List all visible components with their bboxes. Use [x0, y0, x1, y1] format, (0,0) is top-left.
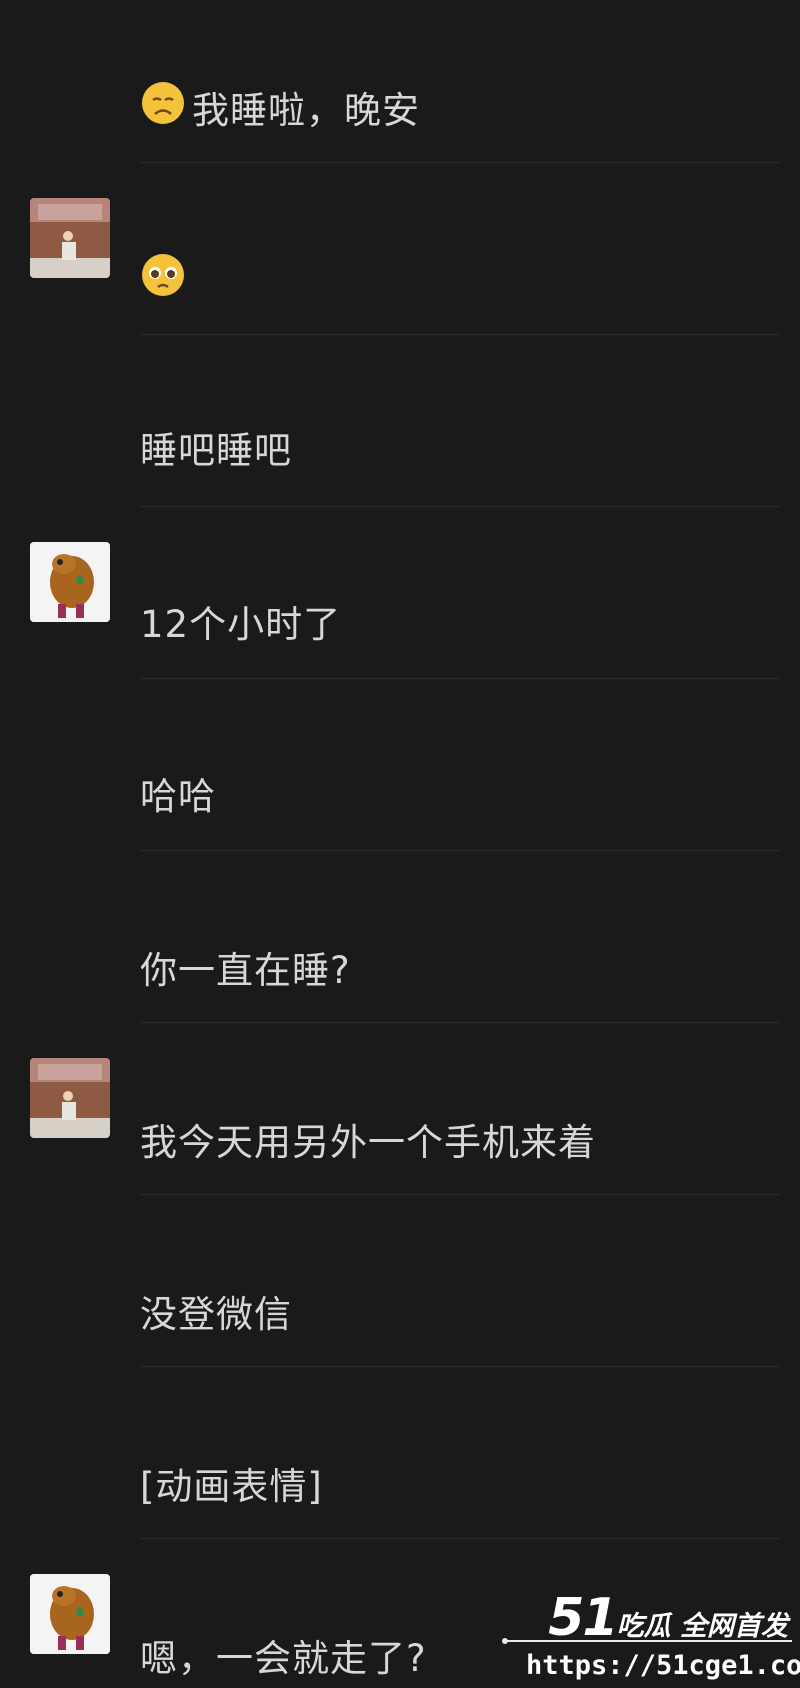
message-row: 没登微信 — [0, 1194, 800, 1367]
watermark-url: https://51cge1.com — [526, 1650, 800, 1681]
message-row: 我今天用另外一个手机来着 — [0, 1022, 800, 1195]
divider — [140, 506, 780, 507]
message-row: 哈哈 — [0, 680, 800, 851]
message-text: 哈哈 — [140, 775, 216, 818]
pleading-face-emoji-icon — [142, 254, 184, 296]
message-row: 12个小时了 — [0, 510, 800, 680]
watermark-logo: 51吃瓜 全网首发 — [548, 1588, 788, 1648]
message-row: 睡吧睡吧 — [0, 340, 800, 510]
watermark-dot — [502, 1638, 508, 1644]
message-text: 你一直在睡? — [140, 949, 351, 992]
room-photo-avatar-icon — [30, 198, 110, 278]
room-photo-avatar-icon — [30, 1058, 110, 1138]
message-text: [动画表情] — [140, 1465, 323, 1508]
cartoon-dog-avatar[interactable] — [30, 542, 110, 622]
cartoon-dog-avatar-icon — [30, 542, 110, 622]
message-text: 没登微信 — [140, 1293, 292, 1336]
message-row: 你一直在睡? — [0, 850, 800, 1023]
divider — [140, 162, 780, 163]
message-text: 我今天用另外一个手机来着 — [140, 1121, 596, 1164]
message-row: 我睡啦，晚安 — [0, 0, 800, 170]
message-text: 睡吧睡吧 — [140, 429, 292, 472]
message-row — [0, 170, 800, 340]
message-text: 12个小时了 — [140, 603, 342, 646]
room-photo-avatar[interactable] — [30, 198, 110, 278]
watermark-brand-number: 51 — [548, 1588, 618, 1648]
room-photo-avatar[interactable] — [30, 1058, 110, 1138]
sad-face-emoji-icon — [142, 82, 184, 124]
divider — [140, 678, 780, 679]
cartoon-dog-avatar-icon — [30, 1574, 110, 1654]
divider — [140, 334, 780, 335]
watermark-brand-text: 吃瓜 全网首发 — [616, 1611, 788, 1642]
message-text: 嗯，一会就走了? — [140, 1637, 427, 1680]
message-text: 我睡啦，晚安 — [192, 89, 420, 132]
cartoon-dog-avatar[interactable] — [30, 1574, 110, 1654]
message-row: [动画表情] — [0, 1366, 800, 1539]
watermark-divider — [506, 1640, 792, 1642]
